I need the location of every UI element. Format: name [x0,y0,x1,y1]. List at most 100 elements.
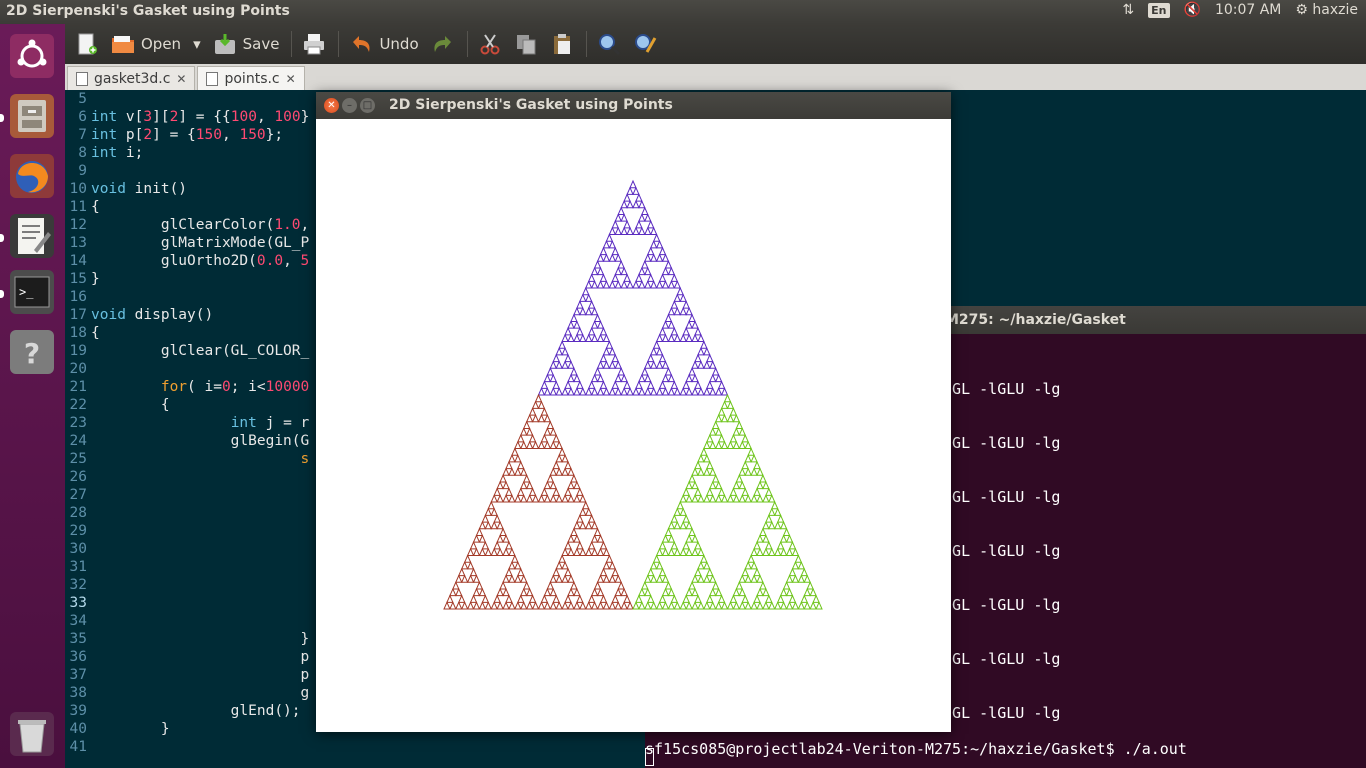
gasket-triangle [762,480,770,490]
gasket-triangle [741,433,749,443]
find-replace-button[interactable] [633,32,657,56]
gasket-triangle [549,480,557,490]
files-launcher[interactable] [6,90,58,142]
gasket-triangle [762,587,770,597]
open-dropdown-button[interactable]: ▾ [193,35,201,53]
gasket-triangle [623,273,631,282]
clock[interactable]: 10:07 AM [1215,2,1281,18]
gasket-triangle [460,574,469,583]
volume-muted-icon[interactable]: 🔇 [1184,2,1201,18]
gasket-triangle [649,387,658,396]
gasket-triangle [590,333,599,342]
trash-launcher[interactable] [6,708,58,760]
gasket-triangle [735,581,744,590]
gasket-triangle [540,380,549,389]
gasket-triangle [552,567,560,577]
gasket-triangle [514,440,522,449]
gasket-triangle [558,447,566,456]
undo-button[interactable]: Undo [349,32,419,56]
gasket-triangle [593,527,602,536]
gasket-triangle [661,547,670,556]
gasket-triangle [457,567,466,577]
gasket-triangle [732,480,741,490]
close-icon[interactable]: ✕ [176,72,186,86]
close-window-button[interactable]: ✕ [324,98,339,113]
gasket-triangle [543,387,552,396]
gasket-triangle [688,527,696,536]
gasket-triangle [646,246,655,256]
gasket-triangle [703,346,711,356]
gasket-triangle [806,581,814,590]
gasket-triangle [502,467,510,476]
gasket-triangle [555,453,563,463]
print-button[interactable] [302,32,326,56]
gasket-triangle [540,594,549,603]
copy-button[interactable] [514,32,538,56]
gasket-triangle [673,333,682,342]
gasket-triangle [794,554,803,563]
file-cabinet-icon [10,94,54,138]
redo-button[interactable] [431,32,455,56]
gasket-triangle [449,601,457,610]
gasket-triangle [768,494,776,503]
gasket-triangle [567,574,575,583]
ubuntu-logo-icon [10,34,54,78]
gasket-triangle [466,601,475,610]
keyboard-layout-indicator[interactable]: En [1148,2,1170,18]
maximize-window-button[interactable]: □ [360,98,375,113]
gasket-triangle [484,520,493,530]
render-canvas[interactable] [316,119,951,732]
gasket-triangle [496,587,504,597]
gasket-triangle [472,547,481,556]
open-button[interactable]: Open [111,32,181,56]
document-icon [206,71,219,86]
new-document-button[interactable] [75,32,99,56]
gasket-triangle [697,467,705,476]
code-line: 19 glClear(GL_COLOR_ [65,342,315,360]
minimize-window-button[interactable]: – [342,98,357,113]
gasket-triangle [779,534,788,543]
gasket-triangle [667,320,676,329]
gasket-triangle [608,387,617,396]
help-launcher[interactable]: ? [6,326,58,378]
line-number: 40 [69,721,87,737]
gasket-triangle [773,520,782,530]
gasket-triangle [738,467,746,476]
gasket-triangle [573,373,581,383]
gasket-triangle [667,587,676,597]
tab-points[interactable]: points.c ✕ [197,66,305,90]
terminal-icon: >_ [10,270,54,314]
gasket-triangle [620,387,628,396]
terminal-launcher[interactable]: >_ [6,266,58,318]
gasket-triangle [679,387,687,396]
gasket-triangle [514,453,522,463]
gasket-triangle [679,306,687,316]
cut-button[interactable] [478,32,502,56]
firefox-launcher[interactable] [6,150,58,202]
gasket-triangle [573,333,581,342]
gasket-triangle [576,300,584,309]
gasket-triangle [460,601,469,610]
gasket-triangle [785,601,794,610]
network-icon[interactable]: ⇅ [1122,2,1134,18]
text-editor-launcher[interactable] [6,210,58,262]
save-button[interactable]: Save [213,32,279,56]
gasket-triangle [797,560,806,570]
gasket-triangle [782,527,791,536]
line-number: 16 [69,289,87,305]
gasket-triangle [564,460,572,470]
gasket-triangle [608,360,617,369]
gasket-triangle [522,420,531,429]
gasket-triangle [791,547,800,556]
tab-gasket3d[interactable]: gasket3d.c ✕ [67,66,196,90]
close-icon[interactable]: ✕ [286,72,296,86]
gasket-triangle [502,534,510,543]
find-button[interactable] [597,32,621,56]
session-menu[interactable]: ⚙ haxzie [1295,2,1358,18]
gasket-triangle [584,333,593,342]
paste-button[interactable] [550,32,574,56]
gasket-triangle [700,340,708,349]
gasket-triangle [649,253,658,262]
code-line: 17 void display() [65,306,315,324]
dash-home-button[interactable] [6,30,58,82]
